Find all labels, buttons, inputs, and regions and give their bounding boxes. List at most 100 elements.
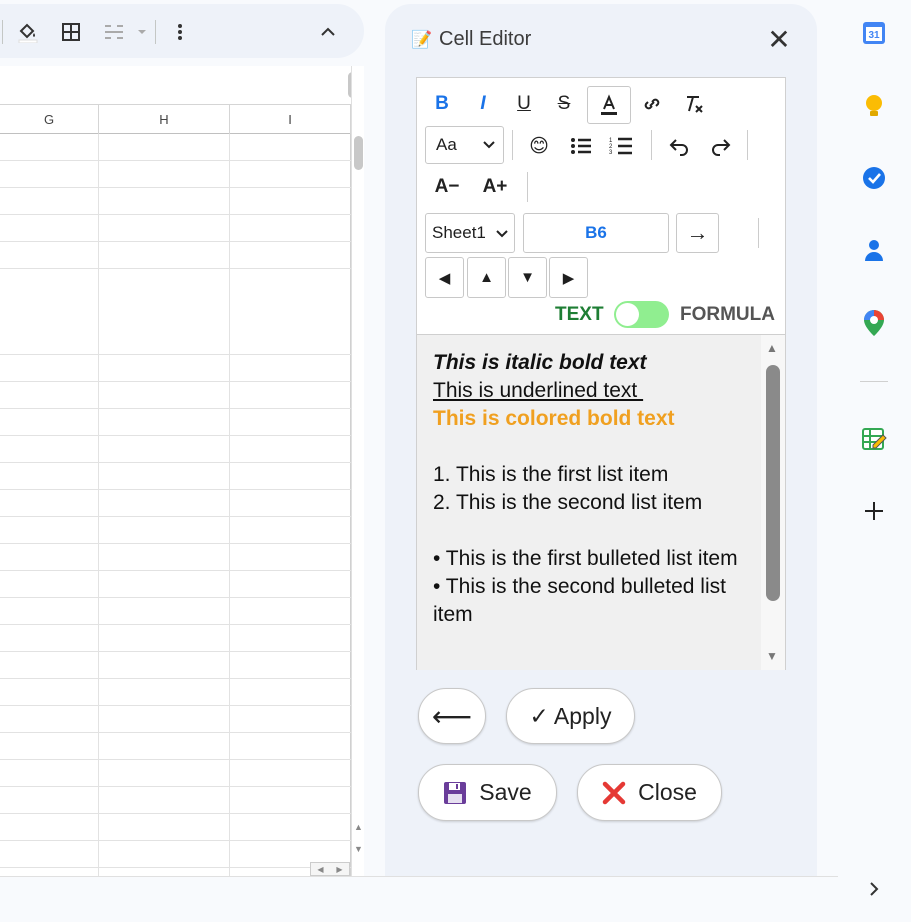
keep-icon[interactable] [860,92,888,120]
toolbar-divider [747,130,748,160]
add-addon-icon[interactable] [860,497,888,525]
column-label: H [159,112,169,127]
emoji-button[interactable]: 😊 [521,128,557,164]
column-header-h[interactable]: H [99,105,230,134]
scroll-left-icon[interactable]: ◀ [317,865,323,874]
editor-scrollbar[interactable]: ▲ ▼ [761,335,785,670]
column-label: I [288,112,292,127]
chevron-down-icon [483,141,495,149]
grid-row-line [0,241,351,242]
toolbar-divider [651,130,652,160]
grid-row-line [0,516,351,517]
font-select-value: Aa [436,135,457,154]
clear-format-button[interactable] [677,86,711,122]
column-label: G [43,112,55,127]
grid-row-line [0,651,351,652]
close-panel-button[interactable]: ✕ [763,24,795,56]
apply-button[interactable]: ✓ Apply [506,688,635,744]
nav-left-button[interactable]: ◀ [425,257,464,298]
tasks-icon[interactable] [860,164,888,192]
paint-fill-icon[interactable] [14,18,42,46]
content-line: 2. This is the second list item [433,491,703,514]
panel-title: Cell Editor [439,28,532,50]
scroll-thumb[interactable] [354,136,363,170]
more-vert-icon[interactable] [166,18,194,46]
strikethrough-button[interactable]: S [547,86,581,122]
chevron-down-icon [496,230,508,238]
numbered-list-button[interactable]: 123 [603,128,639,164]
italic-button[interactable]: I [466,86,500,122]
font-select[interactable]: Aa [425,126,504,164]
scroll-down-icon[interactable]: ▼ [766,649,778,663]
increase-font-button[interactable]: A+ [477,169,513,205]
nav-down-button[interactable]: ▼ [508,257,547,298]
bullet-list-button[interactable] [563,128,599,164]
grid-row-line [0,570,351,571]
grid-row-line [0,867,351,868]
sheets-addon-icon[interactable] [860,425,888,453]
arrow-left-icon: ⟵ [431,700,473,732]
grid-row-line [0,840,351,841]
maps-icon[interactable] [860,309,888,337]
strikethrough-icon: S [557,93,571,114]
merge-cells-icon[interactable] [100,18,148,46]
grid-row-line [0,214,351,215]
sheet-vertical-scrollbar[interactable]: ▲ ▼ [351,66,364,876]
toggle-knob [616,303,639,326]
horizontal-scroll-arrows[interactable]: ◀ ▶ [310,862,350,876]
content-line: 1. This is the first list item [433,463,669,486]
bold-button[interactable]: B [425,86,459,122]
link-icon [644,98,660,110]
grid-row-line [0,462,351,463]
undo-button[interactable] [661,128,697,164]
column-header-g[interactable]: G [0,105,99,134]
scroll-right-icon[interactable]: ▶ [336,865,342,874]
grid-row-line [0,489,351,490]
numbered-list-icon: 123 [609,137,632,156]
decrease-font-button[interactable]: A− [429,169,465,205]
expand-rail-icon[interactable] [860,875,888,903]
close-button[interactable]: Close [577,764,722,821]
mode-toggle[interactable] [614,301,669,328]
back-button[interactable]: ⟵ [418,688,486,744]
scroll-up-icon[interactable]: ▲ [766,341,778,355]
column-header-i[interactable]: I [230,105,351,134]
scroll-down-icon[interactable]: ▼ [354,844,363,854]
nav-right-button[interactable]: ▶ [549,257,588,298]
save-button[interactable]: Save [418,764,557,821]
link-button[interactable] [635,86,669,122]
column-headers: G H I [0,104,351,134]
grid-row-line [0,408,351,409]
grid-line [98,134,99,922]
calendar-icon[interactable]: 31 [860,19,888,47]
nav-up-button[interactable]: ▲ [467,257,506,298]
collapse-toolbar-icon[interactable] [314,18,342,46]
editor-text[interactable]: This is italic bold text This is underli… [433,349,751,629]
clear-format-icon [687,96,703,113]
text-color-icon [601,94,617,115]
redo-button[interactable] [703,128,739,164]
contacts-icon[interactable] [860,236,888,264]
cell-grid[interactable] [0,134,351,922]
grid-row-line [0,705,351,706]
go-to-cell-button[interactable]: → [676,213,719,253]
text-color-button[interactable] [587,86,631,124]
grid-row-line [0,354,351,355]
sheet-bottom-bar [0,876,838,922]
sheet-select[interactable]: Sheet1 [425,213,515,253]
bold-icon: B [435,93,449,114]
bullet-list-icon [571,138,591,154]
scroll-thumb[interactable] [766,365,780,601]
borders-icon[interactable] [57,18,85,46]
editor-content[interactable]: This is italic bold text This is underli… [417,334,785,670]
cell-reference-input[interactable]: B6 [523,213,669,253]
cell-editor-panel: 📝 Cell Editor ✕ B I U S Aa 😊 1 2 3 A− A+… [385,4,817,876]
scroll-up-icon[interactable]: ▲ [354,822,363,832]
sheet-toolbar [0,4,364,58]
grid-row-line [0,759,351,760]
content-line: This is underlined text [433,379,644,402]
content-line: This is colored bold text [433,407,675,430]
grid-row-line [0,597,351,598]
sheet-area: G H I ▲ ▼ [0,66,364,922]
underline-button[interactable]: U [507,86,541,122]
